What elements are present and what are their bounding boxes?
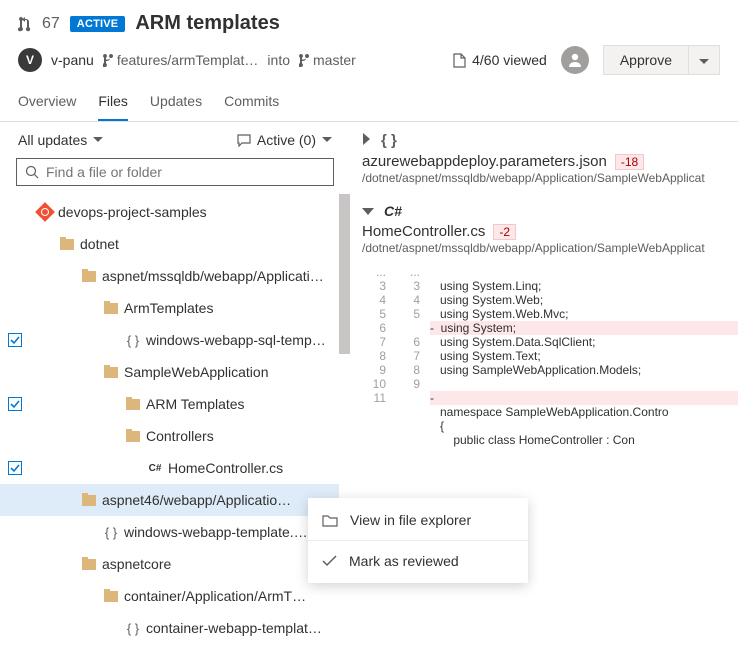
collapse-toggle[interactable]: [362, 204, 374, 219]
chevron-down-icon: [322, 137, 332, 143]
tree-label: SampleWebApplication: [124, 364, 339, 380]
json-icon: { }: [381, 132, 397, 149]
search-icon: [25, 165, 39, 179]
diff-line: {: [362, 419, 738, 433]
tree-item[interactable]: { }windows-webapp-template.…: [0, 516, 339, 548]
file-icon: [453, 53, 466, 68]
file-name[interactable]: HomeController.cs: [362, 223, 485, 240]
tree-label: aspnet/mssqldb/webapp/Applicati…: [102, 268, 339, 284]
checkbox-checked-icon: [8, 333, 22, 347]
tree-item[interactable]: Controllers: [0, 420, 339, 452]
file-path: /dotnet/aspnet/mssqldb/webapp/Applicatio…: [362, 241, 738, 255]
checkbox-checked-icon: [8, 397, 22, 411]
tree-label: dotnet: [80, 236, 339, 252]
tree-label: container/Application/ArmT…: [124, 588, 339, 604]
avatar[interactable]: V: [18, 48, 42, 72]
comments-filter[interactable]: Active (0): [237, 132, 332, 148]
tree-label: container-webapp-templat…: [146, 620, 339, 636]
diff-badge: -2: [493, 224, 516, 240]
viewed-counter: 4/60 viewed: [453, 52, 547, 68]
folder-icon: [322, 514, 338, 527]
tab-commits[interactable]: Commits: [224, 93, 279, 121]
check-icon: [322, 555, 337, 567]
branch-icon: [299, 54, 309, 67]
diff-line: 98 using SampleWebApplication.Models;: [362, 363, 738, 377]
chevron-right-icon: [362, 133, 371, 145]
tabs: Overview Files Updates Commits: [0, 79, 738, 122]
comment-icon: [237, 134, 251, 147]
diff-line: 44 using System.Web;: [362, 293, 738, 307]
tree-label: Controllers: [146, 428, 339, 444]
page-title: ARM templates: [135, 12, 279, 35]
tree-item[interactable]: C#HomeController.cs: [0, 452, 339, 484]
tab-overview[interactable]: Overview: [18, 93, 76, 121]
tree-item[interactable]: aspnet46/webapp/Applicatio…···: [0, 484, 339, 516]
collapse-toggle[interactable]: [362, 133, 371, 148]
chevron-down-icon: [93, 137, 103, 143]
source-branch[interactable]: features/armTemplat…: [103, 52, 259, 68]
tab-files[interactable]: Files: [98, 93, 128, 121]
file-path: /dotnet/aspnet/mssqldb/webapp/Applicatio…: [362, 171, 738, 185]
tree-item[interactable]: dotnet: [0, 228, 339, 260]
approve-button[interactable]: Approve: [603, 45, 689, 75]
diff-line: 76 using System.Data.SqlClient;: [362, 335, 738, 349]
target-branch[interactable]: master: [299, 52, 356, 68]
diff-line: ......: [362, 265, 738, 279]
reviewer-avatar[interactable]: [561, 46, 589, 74]
tree-label: aspnet46/webapp/Applicatio…: [102, 492, 303, 508]
diff-line: 33 using System.Linq;: [362, 279, 738, 293]
scrollbar[interactable]: [339, 194, 350, 652]
tree-item[interactable]: aspnetcore: [0, 548, 339, 580]
tree-item[interactable]: aspnet/mssqldb/webapp/Applicati…: [0, 260, 339, 292]
diff-line: namespace SampleWebApplication.Contro: [362, 405, 738, 419]
tree-label: ARM Templates: [146, 396, 339, 412]
tree-item[interactable]: devops-project-samples: [0, 196, 339, 228]
chevron-down-icon: [362, 207, 374, 216]
row-checkbox[interactable]: [0, 461, 30, 475]
pull-request-icon: [18, 16, 32, 32]
row-checkbox[interactable]: [0, 397, 30, 411]
tree-item[interactable]: { }container-webapp-templat…: [0, 612, 339, 644]
diff-line: 11-: [362, 391, 738, 405]
tree-label: ArmTemplates: [124, 300, 339, 316]
ctx-view-explorer[interactable]: View in file explorer: [308, 500, 528, 541]
file-name[interactable]: azurewebappdeploy.parameters.json: [362, 153, 607, 170]
chevron-down-icon: [699, 59, 709, 65]
diff-line: 55 using System.Web.Mvc;: [362, 307, 738, 321]
ctx-mark-reviewed[interactable]: Mark as reviewed: [308, 541, 528, 581]
csharp-icon: C#: [384, 203, 402, 219]
tree-item[interactable]: ArmTemplates: [0, 292, 339, 324]
into-label: into: [267, 52, 290, 68]
status-badge: ACTIVE: [70, 16, 126, 32]
checkbox-checked-icon: [8, 461, 22, 475]
diff-badge: -18: [615, 154, 644, 170]
tab-updates[interactable]: Updates: [150, 93, 202, 121]
tree-item[interactable]: SampleWebApplication: [0, 356, 339, 388]
tree-item[interactable]: container/Application/ArmT…: [0, 580, 339, 612]
diff-line: public class HomeController : Con: [362, 433, 738, 447]
diff-line: 109: [362, 377, 738, 391]
tree-label: HomeController.cs: [168, 460, 339, 476]
context-menu: View in file explorer Mark as reviewed: [308, 498, 528, 583]
tree-label: devops-project-samples: [58, 204, 339, 220]
row-checkbox[interactable]: [0, 333, 30, 347]
pr-number: 67: [42, 15, 60, 33]
diff-line: 87 using System.Text;: [362, 349, 738, 363]
username[interactable]: v-panu: [51, 52, 94, 68]
tree-label: windows-webapp-sql-temp…: [146, 332, 339, 348]
tree-item[interactable]: { }windows-webapp-sql-temp…: [0, 324, 339, 356]
approve-dropdown[interactable]: [689, 45, 720, 75]
search-input[interactable]: [16, 158, 334, 186]
tree-label: aspnetcore: [102, 556, 339, 572]
tree-label: windows-webapp-template.…: [124, 524, 339, 540]
branch-icon: [103, 54, 113, 67]
tree-item[interactable]: ARM Templates: [0, 388, 339, 420]
diff-line: 6- using System;: [362, 321, 738, 335]
updates-filter[interactable]: All updates: [18, 132, 103, 148]
